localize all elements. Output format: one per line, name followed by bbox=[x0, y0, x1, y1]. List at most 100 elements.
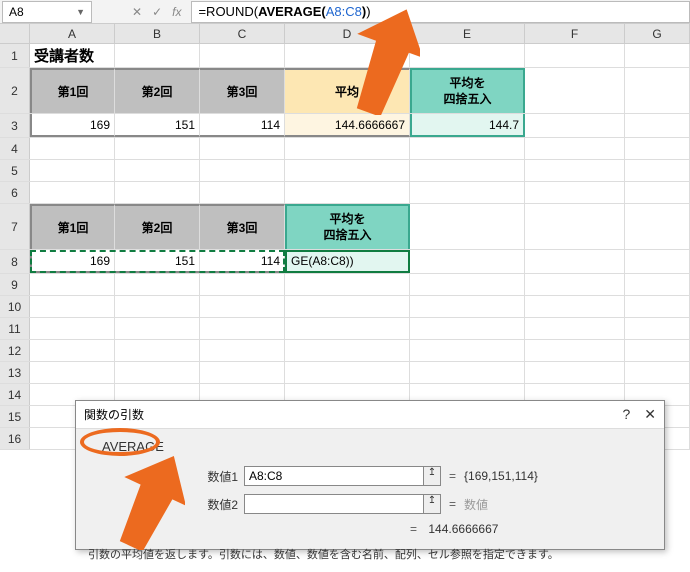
row-header-11[interactable]: 11 bbox=[0, 318, 30, 339]
cell[interactable] bbox=[285, 340, 410, 361]
cell[interactable] bbox=[410, 138, 525, 159]
cell[interactable] bbox=[285, 296, 410, 317]
fx-icon[interactable]: fx bbox=[172, 5, 181, 19]
cell-c3[interactable]: 114 bbox=[200, 114, 285, 137]
row-header-2[interactable]: 2 bbox=[0, 68, 30, 113]
cell[interactable] bbox=[30, 160, 115, 181]
cell-g7[interactable] bbox=[625, 204, 690, 249]
cell-c2[interactable]: 第3回 bbox=[200, 68, 285, 113]
row-header-6[interactable]: 6 bbox=[0, 182, 30, 203]
cell[interactable] bbox=[200, 318, 285, 339]
cell-b8[interactable]: 151 bbox=[115, 250, 200, 273]
cell[interactable] bbox=[200, 296, 285, 317]
cell[interactable] bbox=[30, 340, 115, 361]
cell[interactable] bbox=[115, 160, 200, 181]
cell-f1[interactable] bbox=[525, 44, 625, 67]
row-header-3[interactable]: 3 bbox=[0, 114, 30, 137]
cell[interactable] bbox=[410, 318, 525, 339]
row-header-13[interactable]: 13 bbox=[0, 362, 30, 383]
cell[interactable] bbox=[525, 340, 625, 361]
cell-a8[interactable]: 169 bbox=[30, 250, 115, 273]
col-header-d[interactable]: D bbox=[285, 24, 410, 43]
row-header-14[interactable]: 14 bbox=[0, 384, 30, 405]
cell[interactable] bbox=[30, 318, 115, 339]
cell[interactable] bbox=[625, 160, 690, 181]
range-select-button[interactable]: ↥ bbox=[423, 466, 441, 486]
close-icon[interactable]: ✕ bbox=[644, 406, 656, 423]
col-header-b[interactable]: B bbox=[115, 24, 200, 43]
cell-b1[interactable] bbox=[115, 44, 200, 67]
chevron-down-icon[interactable]: ▼ bbox=[76, 7, 85, 17]
dialog-titlebar[interactable]: 関数の引数 ? ✕ bbox=[76, 401, 664, 429]
function-arguments-dialog[interactable]: 関数の引数 ? ✕ AVERAGE 数値1 ↥ = {169,151,114} … bbox=[75, 400, 665, 550]
cell-d3[interactable]: 144.6666667 bbox=[285, 114, 410, 137]
cell-a7[interactable]: 第1回 bbox=[30, 204, 115, 249]
col-header-g[interactable]: G bbox=[625, 24, 690, 43]
cell[interactable] bbox=[30, 296, 115, 317]
cell-e2[interactable]: 平均を 四捨五入 bbox=[410, 68, 525, 113]
cell-d8[interactable]: GE(A8:C8)) bbox=[285, 250, 410, 273]
cell-f7[interactable] bbox=[525, 204, 625, 249]
cell[interactable] bbox=[625, 274, 690, 295]
cell[interactable] bbox=[285, 362, 410, 383]
row-header-8[interactable]: 8 bbox=[0, 250, 30, 273]
row-header-10[interactable]: 10 bbox=[0, 296, 30, 317]
cell[interactable] bbox=[115, 318, 200, 339]
cell[interactable] bbox=[200, 182, 285, 203]
col-header-f[interactable]: F bbox=[525, 24, 625, 43]
select-all-corner[interactable] bbox=[0, 24, 30, 43]
cell[interactable] bbox=[525, 160, 625, 181]
col-header-e[interactable]: E bbox=[410, 24, 525, 43]
cell[interactable] bbox=[115, 296, 200, 317]
cell[interactable] bbox=[285, 160, 410, 181]
cell[interactable] bbox=[525, 362, 625, 383]
cell[interactable] bbox=[625, 182, 690, 203]
arg1-input[interactable] bbox=[244, 466, 424, 486]
cell[interactable] bbox=[200, 362, 285, 383]
cell[interactable] bbox=[115, 182, 200, 203]
formula-input[interactable]: =ROUND(AVERAGE(A8:C8)) bbox=[191, 1, 690, 23]
cell[interactable] bbox=[115, 362, 200, 383]
row-header-1[interactable]: 1 bbox=[0, 44, 30, 67]
cell-g2[interactable] bbox=[625, 68, 690, 113]
cell-b3[interactable]: 151 bbox=[115, 114, 200, 137]
range-select-button[interactable]: ↥ bbox=[423, 494, 441, 514]
cell[interactable] bbox=[525, 274, 625, 295]
name-box[interactable]: A8 ▼ bbox=[2, 1, 92, 23]
cell[interactable] bbox=[625, 318, 690, 339]
cell[interactable] bbox=[200, 160, 285, 181]
cell-a2[interactable]: 第1回 bbox=[30, 68, 115, 113]
cell[interactable] bbox=[410, 340, 525, 361]
cell-e7[interactable] bbox=[410, 204, 525, 249]
row-header-15[interactable]: 15 bbox=[0, 406, 30, 427]
cell[interactable] bbox=[410, 160, 525, 181]
cell-f3[interactable] bbox=[525, 114, 625, 137]
cell-e3[interactable]: 144.7 bbox=[410, 114, 525, 137]
accept-icon[interactable]: ✓ bbox=[152, 5, 162, 19]
row-header-12[interactable]: 12 bbox=[0, 340, 30, 361]
cell[interactable] bbox=[625, 340, 690, 361]
cell-c8[interactable]: 114 bbox=[200, 250, 285, 273]
row-header-16[interactable]: 16 bbox=[0, 428, 30, 449]
cell[interactable] bbox=[410, 182, 525, 203]
cell-g3[interactable] bbox=[625, 114, 690, 137]
cell-f8[interactable] bbox=[525, 250, 625, 273]
cell[interactable] bbox=[30, 362, 115, 383]
cell[interactable] bbox=[410, 296, 525, 317]
cell[interactable] bbox=[285, 318, 410, 339]
cell[interactable] bbox=[115, 138, 200, 159]
cell[interactable] bbox=[285, 274, 410, 295]
col-header-c[interactable]: C bbox=[200, 24, 285, 43]
row-header-4[interactable]: 4 bbox=[0, 138, 30, 159]
cell-d1[interactable] bbox=[285, 44, 410, 67]
cell-g1[interactable] bbox=[625, 44, 690, 67]
cell-a1[interactable]: 受講者数 bbox=[30, 44, 115, 67]
row-header-5[interactable]: 5 bbox=[0, 160, 30, 181]
cell[interactable] bbox=[115, 340, 200, 361]
cell[interactable] bbox=[625, 296, 690, 317]
row-header-9[interactable]: 9 bbox=[0, 274, 30, 295]
arg2-input[interactable] bbox=[244, 494, 424, 514]
cell-a3[interactable]: 169 bbox=[30, 114, 115, 137]
col-header-a[interactable]: A bbox=[30, 24, 115, 43]
cell-c7[interactable]: 第3回 bbox=[200, 204, 285, 249]
